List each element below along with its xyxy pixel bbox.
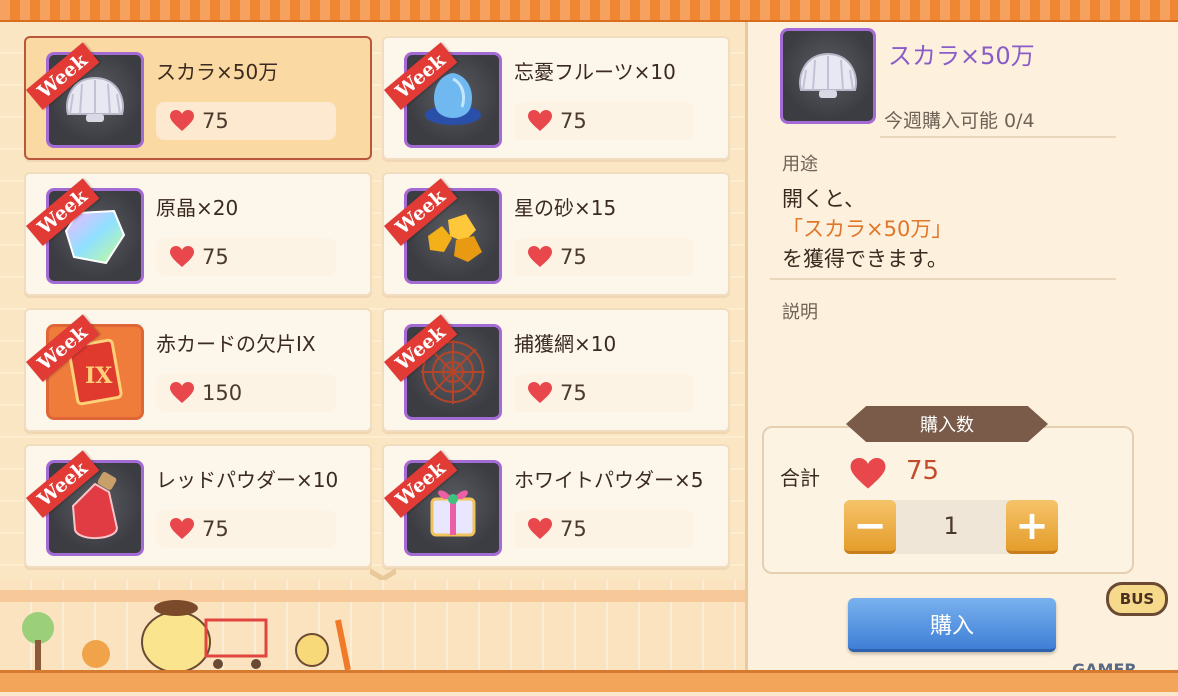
- item-name: レッドパウダー×10: [156, 468, 339, 492]
- bottom-border: [0, 670, 1178, 692]
- divider: [880, 136, 1116, 138]
- item-price: 75: [560, 381, 587, 405]
- item-name: 捕獲網×10: [514, 332, 617, 356]
- item-card-white-powder[interactable]: Week ホワイトパウダー×5 75: [382, 444, 730, 568]
- price-pill: 75: [156, 238, 336, 276]
- usage-highlight: 「スカラ×50万」: [782, 217, 953, 241]
- item-price: 75: [202, 517, 229, 541]
- item-name: ホワイトパウダー×5: [514, 468, 704, 492]
- item-card-scala[interactable]: Week スカラ×50万 75: [24, 36, 372, 160]
- quantity-value: 1: [943, 512, 959, 540]
- usage-line: 開くと、: [782, 187, 866, 211]
- item-name: 星の砂×15: [514, 196, 617, 220]
- price-pill: 75: [514, 238, 694, 276]
- heart-icon: [528, 382, 552, 404]
- heart-icon: [850, 458, 886, 494]
- item-card-red-powder[interactable]: Week レッドパウダー×10 75: [24, 444, 372, 568]
- item-price: 150: [202, 381, 243, 405]
- item-card-fruit[interactable]: Week 忘憂フルーツ×10 75: [382, 36, 730, 160]
- price-pill: 75: [514, 510, 694, 548]
- item-name: 原晶×20: [156, 196, 239, 220]
- heart-icon: [528, 518, 552, 540]
- item-card-net[interactable]: Week 捕獲網×10 75: [382, 308, 730, 432]
- usage-description: 開くと、 「スカラ×50万」 を獲得できます。: [782, 184, 952, 274]
- bus-sign: BUS: [1106, 582, 1168, 616]
- increase-button[interactable]: +: [1006, 500, 1058, 554]
- detail-scallop-shell-icon: [780, 28, 876, 124]
- item-price: 75: [560, 517, 587, 541]
- price-pill: 75: [156, 510, 336, 548]
- usage-line: を獲得できます。: [782, 247, 948, 271]
- price-pill: 75: [156, 102, 336, 140]
- item-name: スカラ×50万: [156, 60, 279, 84]
- item-card-red-card[interactable]: IX Week 赤カードの欠片IX 150: [24, 308, 372, 432]
- detail-title: スカラ×50万: [888, 42, 1035, 70]
- usage-label: 用途: [782, 154, 818, 175]
- price-pill: 150: [156, 374, 336, 412]
- item-card-star-sand[interactable]: Week 星の砂×15 75: [382, 172, 730, 296]
- heart-icon: [170, 518, 194, 540]
- price-pill: 75: [514, 102, 694, 140]
- weekly-purchase-limit: 今週購入可能 0/4: [884, 110, 1035, 132]
- total-label: 合計: [780, 466, 820, 490]
- decrease-button[interactable]: −: [844, 500, 896, 554]
- heart-icon: [170, 246, 194, 268]
- item-name: 忘憂フルーツ×10: [514, 60, 676, 84]
- buy-button[interactable]: 購入: [848, 598, 1056, 652]
- heart-icon: [170, 110, 194, 132]
- top-awning: [0, 0, 1178, 22]
- item-price: 75: [202, 109, 229, 133]
- divider: [770, 278, 1116, 280]
- quantity-header: 購入数: [846, 406, 1048, 442]
- item-card-crystal[interactable]: Week 原晶×20 75: [24, 172, 372, 296]
- price-pill: 75: [514, 374, 694, 412]
- item-price: 75: [560, 109, 587, 133]
- heart-icon: [170, 382, 194, 404]
- description-label: 説明: [782, 302, 818, 323]
- svg-text:IX: IX: [85, 363, 113, 389]
- quantity-stepper: − 1 +: [844, 500, 1058, 554]
- item-price: 75: [560, 245, 587, 269]
- total-price: 75: [906, 456, 940, 486]
- item-name: 赤カードの欠片IX: [156, 332, 316, 356]
- heart-icon: [528, 110, 552, 132]
- heart-icon: [528, 246, 552, 268]
- item-price: 75: [202, 245, 229, 269]
